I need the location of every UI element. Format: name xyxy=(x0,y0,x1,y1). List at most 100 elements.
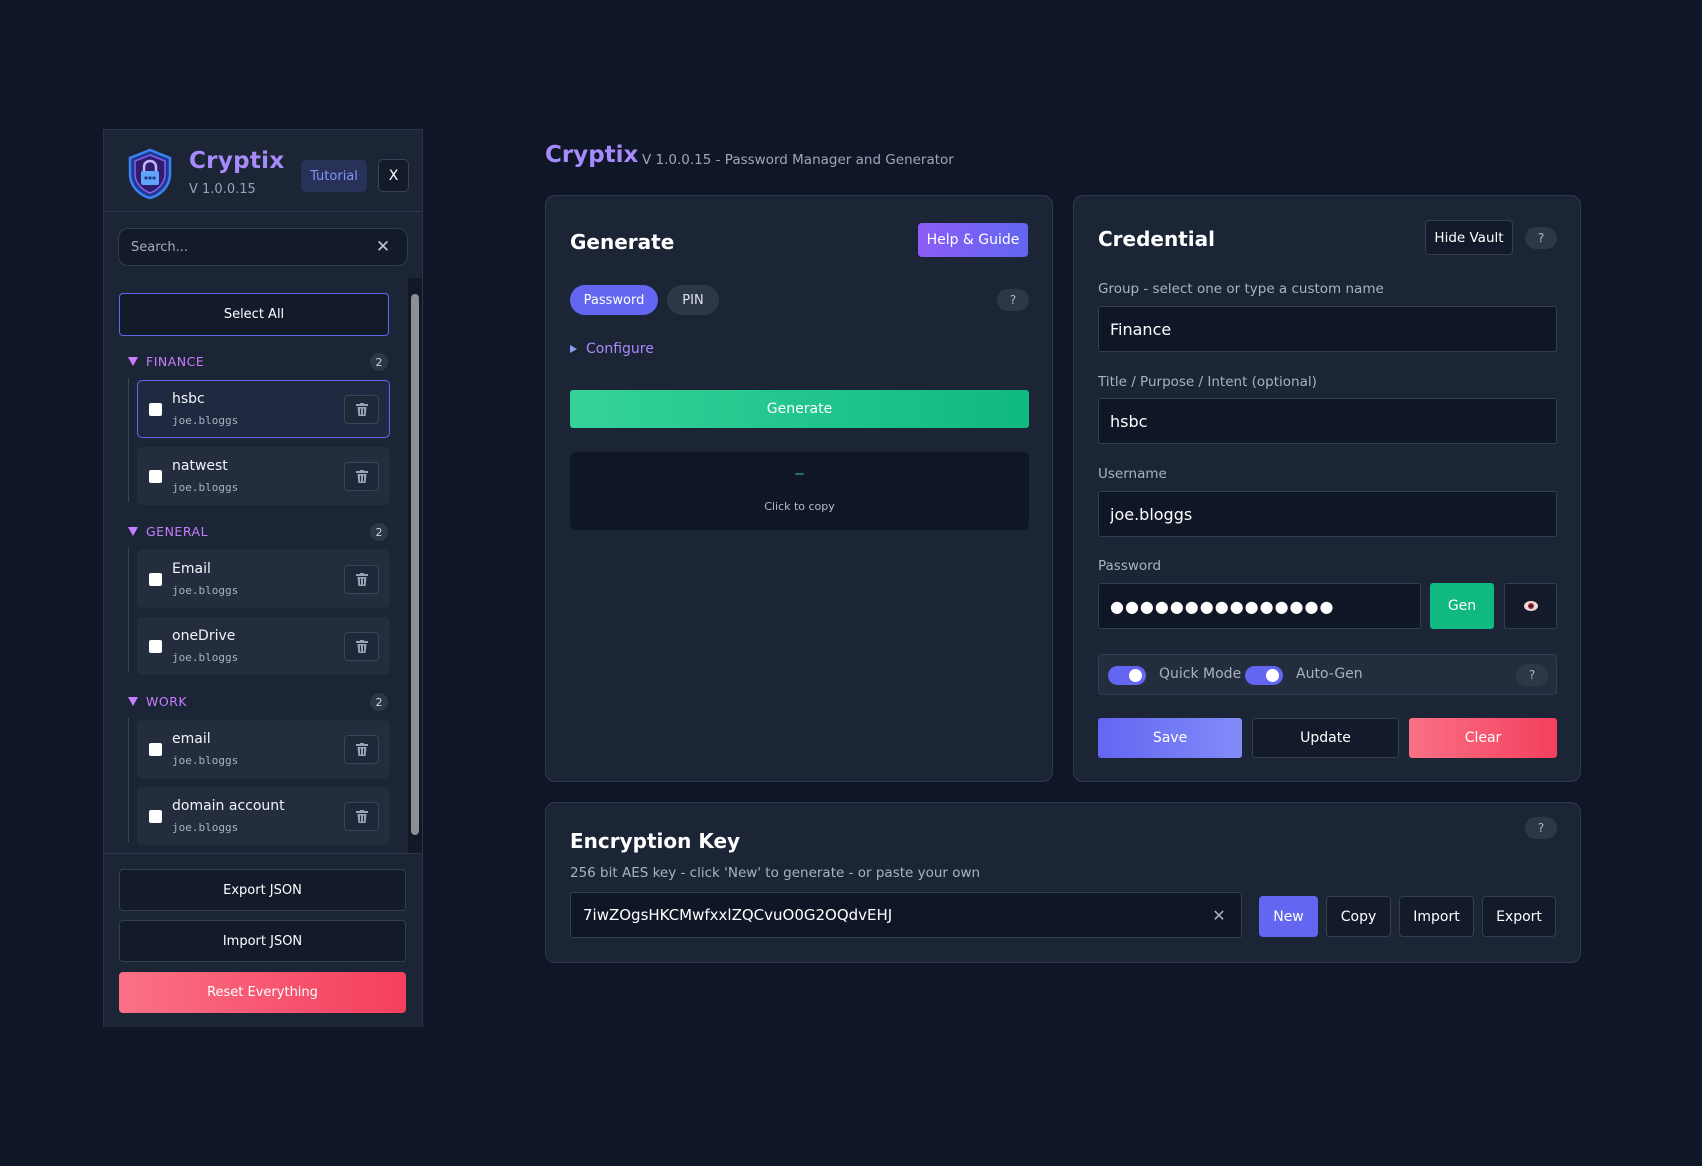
group-header-general[interactable]: GENERAL 2 xyxy=(128,523,388,543)
encryption-key-panel: Encryption Key ? 256 bit AES key - click… xyxy=(545,802,1581,963)
entry-checkbox[interactable] xyxy=(149,743,162,756)
delete-entry-button[interactable] xyxy=(344,395,379,424)
mode-password-pill[interactable]: Password xyxy=(570,285,658,315)
configure-toggle[interactable]: Configure xyxy=(570,341,654,357)
generate-button[interactable]: Generate xyxy=(570,390,1029,428)
trash-icon xyxy=(355,573,368,586)
help-guide-button[interactable]: Help & Guide xyxy=(918,223,1028,257)
delete-entry-button[interactable] xyxy=(344,565,379,594)
search-box: ✕ xyxy=(118,228,408,266)
group-divider-line xyxy=(128,718,129,842)
quick-mode-label: Quick Mode xyxy=(1159,666,1242,682)
close-sidebar-button[interactable]: X xyxy=(378,159,409,192)
tutorial-button[interactable]: Tutorial xyxy=(301,160,367,192)
encryption-key-input[interactable] xyxy=(583,893,1193,937)
scrollbar[interactable] xyxy=(408,278,422,863)
delete-entry-button[interactable] xyxy=(344,632,379,661)
select-all-button[interactable]: Select All xyxy=(119,293,389,336)
delete-entry-button[interactable] xyxy=(344,802,379,831)
clear-key-icon[interactable]: ✕ xyxy=(1209,905,1229,925)
group-count-badge: 2 xyxy=(370,693,388,711)
auto-gen-toggle[interactable] xyxy=(1245,666,1283,685)
generated-output[interactable]: – Click to copy xyxy=(570,452,1029,530)
quick-mode-toggle[interactable] xyxy=(1108,666,1146,685)
group-divider-line xyxy=(128,548,129,672)
encryption-help-button[interactable]: ? xyxy=(1525,817,1557,839)
encryption-key-field: ✕ xyxy=(570,892,1242,938)
clear-button[interactable]: Clear xyxy=(1409,718,1557,758)
hide-vault-button[interactable]: Hide Vault xyxy=(1425,220,1513,255)
encryption-key-title: Encryption Key xyxy=(570,829,741,853)
group-header-finance[interactable]: FINANCE 2 xyxy=(128,353,388,373)
eye-icon xyxy=(1523,601,1538,611)
sidebar-footer: Export JSON Import JSON Reset Everything xyxy=(104,853,422,1027)
group-name: WORK xyxy=(146,694,188,709)
credential-help-button[interactable]: ? xyxy=(1525,227,1557,249)
entry-title: oneDrive xyxy=(172,628,236,644)
delete-entry-button[interactable] xyxy=(344,735,379,764)
group-label: Group - select one or type a custom name xyxy=(1098,281,1384,297)
generated-value: – xyxy=(795,466,804,482)
username-input[interactable] xyxy=(1110,492,1540,536)
entry-checkbox[interactable] xyxy=(149,810,162,823)
entry-checkbox[interactable] xyxy=(149,470,162,483)
group-divider-line xyxy=(128,378,129,502)
mode-pin-pill[interactable]: PIN xyxy=(667,285,719,315)
generate-help-button[interactable]: ? xyxy=(997,289,1029,311)
group-header-work[interactable]: WORK 2 xyxy=(128,693,388,713)
entry-title: natwest xyxy=(172,458,228,474)
save-button[interactable]: Save xyxy=(1098,718,1242,758)
entry-title: email xyxy=(172,731,211,747)
toggle-knob xyxy=(1129,669,1142,682)
entry-username: joe.bloggs xyxy=(172,584,239,597)
update-button[interactable]: Update xyxy=(1252,718,1399,758)
shield-lock-icon xyxy=(128,148,172,200)
vault-entry[interactable]: domain account joe.bloggs xyxy=(137,787,390,845)
toggles-help-button[interactable]: ? xyxy=(1516,664,1548,686)
title-label: Title / Purpose / Intent (optional) xyxy=(1098,374,1317,390)
collapse-triangle-icon xyxy=(128,697,138,706)
export-json-button[interactable]: Export JSON xyxy=(119,869,406,911)
trash-icon xyxy=(355,403,368,416)
generate-panel: Generate Help & Guide Password PIN ? Con… xyxy=(545,195,1053,782)
vault-entry[interactable]: Email joe.bloggs xyxy=(137,550,390,608)
toggle-password-visibility-button[interactable] xyxy=(1504,583,1557,629)
clear-search-icon[interactable]: ✕ xyxy=(373,237,393,257)
entry-title: domain account xyxy=(172,798,285,814)
entry-username: joe.bloggs xyxy=(172,414,239,427)
collapse-triangle-icon xyxy=(128,357,138,366)
toggle-knob xyxy=(1266,669,1279,682)
vault-entry[interactable]: oneDrive joe.bloggs xyxy=(137,617,390,675)
entry-username: joe.bloggs xyxy=(172,481,239,494)
mode-toggles: Quick Mode Auto-Gen ? xyxy=(1098,654,1557,695)
copy-key-button[interactable]: Copy xyxy=(1326,896,1391,937)
configure-label: Configure xyxy=(586,341,654,357)
title-input[interactable] xyxy=(1110,399,1540,443)
search-input[interactable] xyxy=(131,229,361,265)
new-key-button[interactable]: New xyxy=(1259,896,1318,937)
trash-icon xyxy=(355,810,368,823)
vault-entry[interactable]: hsbc joe.bloggs xyxy=(137,380,390,438)
import-key-button[interactable]: Import xyxy=(1399,896,1474,937)
delete-entry-button[interactable] xyxy=(344,462,379,491)
entry-title: hsbc xyxy=(172,391,205,407)
entry-username: joe.bloggs xyxy=(172,651,239,664)
entry-checkbox[interactable] xyxy=(149,573,162,586)
auto-gen-label: Auto-Gen xyxy=(1296,666,1363,682)
reset-everything-button[interactable]: Reset Everything xyxy=(119,972,406,1013)
gen-password-button[interactable]: Gen xyxy=(1430,583,1494,629)
group-input[interactable] xyxy=(1110,307,1540,351)
sidebar-version: V 1.0.0.15 xyxy=(189,182,256,197)
vault-entry[interactable]: natwest joe.bloggs xyxy=(137,447,390,505)
entry-checkbox[interactable] xyxy=(149,403,162,416)
scrollbar-thumb[interactable] xyxy=(411,294,419,835)
password-input[interactable] xyxy=(1110,584,1410,628)
vault-entry[interactable]: email joe.bloggs xyxy=(137,720,390,778)
export-key-button[interactable]: Export xyxy=(1482,896,1556,937)
trash-icon xyxy=(355,743,368,756)
sidebar-header: Cryptix V 1.0.0.15 Tutorial X xyxy=(104,130,422,212)
entry-checkbox[interactable] xyxy=(149,640,162,653)
group-count-badge: 2 xyxy=(370,523,388,541)
vault-list: Select All FINANCE 2 hsbc joe.bloggs nat… xyxy=(104,278,422,863)
import-json-button[interactable]: Import JSON xyxy=(119,920,406,962)
